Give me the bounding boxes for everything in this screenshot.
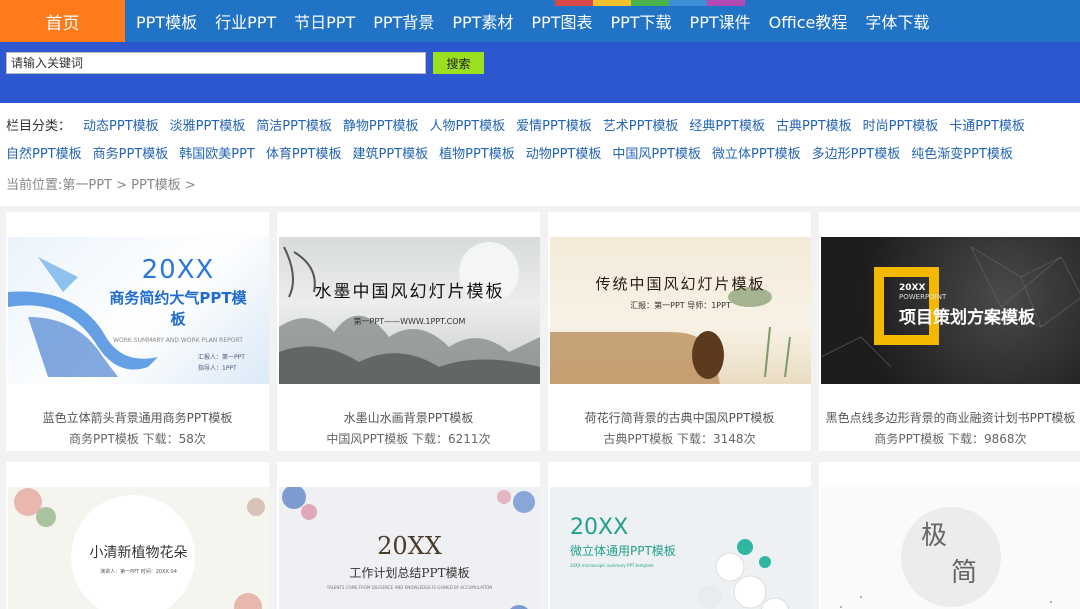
category-link[interactable]: 动态PPT模板 xyxy=(83,113,159,141)
thumb-char-1: 极 xyxy=(921,521,948,551)
category-link[interactable]: 爱情PPT模板 xyxy=(516,113,592,141)
category-link[interactable]: 经典PPT模板 xyxy=(689,113,765,141)
template-card[interactable]: 极 简 xyxy=(819,462,1080,609)
nav-decoration xyxy=(555,0,745,6)
category-link[interactable]: 时尚PPT模板 xyxy=(863,113,939,141)
category-link[interactable]: 多边形PPT模板 xyxy=(812,141,901,169)
category-label: 栏目分类： xyxy=(6,119,72,134)
nav-item-courseware[interactable]: PPT课件 xyxy=(681,9,760,33)
nav-home[interactable]: 首页 xyxy=(0,0,125,42)
top-nav: 首页 PPT模板 行业PPT 节日PPT PPT背景 PPT素材 PPT图表 P… xyxy=(0,0,1080,42)
template-title[interactable]: 蓝色立体箭头背景通用商务PPT模板 xyxy=(6,409,269,426)
template-card[interactable]: 水墨中国风幻灯片模板 第一PPT——WWW.1PPT.COM 水墨山水画背景PP… xyxy=(277,212,540,451)
thumb-guide: 指导人：1PPT xyxy=(198,365,237,372)
nav-item-charts[interactable]: PPT图表 xyxy=(522,9,601,33)
nav-menu: PPT模板 行业PPT 节日PPT PPT背景 PPT素材 PPT图表 PPT下… xyxy=(125,0,938,42)
template-meta: 中国风PPT模板 下载：6211次 xyxy=(326,432,491,446)
template-card[interactable]: 小清新植物花朵 演讲人：第一PPT 时间：20XX.04 xyxy=(6,462,269,609)
template-card[interactable]: 20XX 商务简约大气PPT模板 WORK SUMMARY AND WORK P… xyxy=(6,212,269,451)
category-link[interactable]: 简洁PPT模板 xyxy=(256,113,332,141)
category-link[interactable]: 卡通PPT模板 xyxy=(949,113,1025,141)
search-input[interactable] xyxy=(6,52,426,74)
thumb-year: 20XX xyxy=(899,283,926,293)
search-band: 搜索 xyxy=(0,42,1080,103)
template-thumbnail[interactable]: 传统中国风幻灯片模板 汇报：第一PPT 导师：1PPT xyxy=(550,237,811,384)
category-link[interactable]: 自然PPT模板 xyxy=(6,141,82,169)
template-thumbnail[interactable]: 20XX POWERPOINT 项目策划方案模板 xyxy=(821,237,1080,384)
nav-item-ppt-templates[interactable]: PPT模板 xyxy=(125,9,206,33)
thumb-title: 传统中国风幻灯片模板 xyxy=(595,275,766,293)
category-link[interactable]: 中国风PPT模板 xyxy=(612,141,701,169)
nav-item-fonts[interactable]: 字体下载 xyxy=(856,9,938,33)
template-thumbnail[interactable]: 20XX 商务简约大气PPT模板 WORK SUMMARY AND WORK P… xyxy=(8,237,269,384)
template-thumbnail[interactable]: 极 简 xyxy=(821,487,1080,609)
template-thumbnail[interactable]: 水墨中国风幻灯片模板 第一PPT——WWW.1PPT.COM xyxy=(279,237,540,384)
category-link[interactable]: 静物PPT模板 xyxy=(343,113,419,141)
template-thumbnail[interactable]: 20XX 微立体通用PPT模板 20XX microscopic summary… xyxy=(550,487,811,609)
template-title[interactable]: 水墨山水画背景PPT模板 xyxy=(277,409,540,426)
thumb-title: 工作计划总结PPT模板 xyxy=(349,566,470,580)
category-row-1: 栏目分类： 动态PPT模板 淡雅PPT模板 简洁PPT模板 静物PPT模板 人物… xyxy=(6,113,1074,141)
template-thumbnail[interactable]: 小清新植物花朵 演讲人：第一PPT 时间：20XX.04 xyxy=(8,487,269,609)
thumb-char-2: 简 xyxy=(951,558,978,588)
thumb-subtitle: WORK SUMMARY AND WORK PLAN REPORT xyxy=(113,337,243,344)
thumb-reporter: 汇报人：第一PPT xyxy=(198,354,245,361)
category-row-2: 自然PPT模板 商务PPT模板 韩国欧美PPT 体育PPT模板 建筑PPT模板 … xyxy=(6,141,1074,169)
category-link[interactable]: 古典PPT模板 xyxy=(776,113,852,141)
nav-item-download[interactable]: PPT下载 xyxy=(601,9,680,33)
thumb-subtitle: TALENTS COME FROM DILIGENCE AND KNOWLEDG… xyxy=(326,585,493,590)
template-title[interactable]: 黑色点线多边形背景的商业融资计划书PPT模板 xyxy=(819,409,1080,426)
category-panel: 栏目分类： 动态PPT模板 淡雅PPT模板 简洁PPT模板 静物PPT模板 人物… xyxy=(0,103,1080,206)
template-card[interactable]: 20XX 微立体通用PPT模板 20XX microscopic summary… xyxy=(548,462,811,609)
template-title[interactable]: 荷花行简背景的古典中国风PPT模板 xyxy=(548,409,811,426)
nav-item-backgrounds[interactable]: PPT背景 xyxy=(364,9,443,33)
nav-item-office-tutorial[interactable]: Office教程 xyxy=(760,9,857,33)
template-thumbnail[interactable]: 20XX 工作计划总结PPT模板 TALENTS COME FROM DILIG… xyxy=(279,487,540,609)
template-card[interactable]: 传统中国风幻灯片模板 汇报：第一PPT 导师：1PPT 荷花行简背景的古典中国风… xyxy=(548,212,811,451)
category-link[interactable]: 艺术PPT模板 xyxy=(603,113,679,141)
category-link[interactable]: 人物PPT模板 xyxy=(430,113,506,141)
thumb-label: POWERPOINT xyxy=(899,293,947,301)
category-link[interactable]: 体育PPT模板 xyxy=(266,141,342,169)
thumb-title: 项目策划方案模板 xyxy=(899,308,1035,328)
thumb-subtitle: 20XX microscopic summary PPT template xyxy=(570,563,654,568)
template-meta: 商务PPT模板 下载：58次 xyxy=(69,432,206,446)
thumb-title: 微立体通用PPT模板 xyxy=(570,544,676,558)
thumb-title: 水墨中国风幻灯片模板 xyxy=(314,282,505,302)
template-card[interactable]: 20XX 工作计划总结PPT模板 TALENTS COME FROM DILIG… xyxy=(277,462,540,609)
category-link[interactable]: 淡雅PPT模板 xyxy=(170,113,246,141)
nav-item-materials[interactable]: PPT素材 xyxy=(443,9,522,33)
thumb-subtitle: 演讲人：第一PPT 时间：20XX.04 xyxy=(100,569,177,575)
template-card[interactable]: 20XX POWERPOINT 项目策划方案模板 黑色点线多边形背景的商业融资计… xyxy=(819,212,1080,451)
category-link[interactable]: 微立体PPT模板 xyxy=(712,141,801,169)
search-button[interactable]: 搜索 xyxy=(433,52,484,74)
thumb-title: 商务简约大气PPT模板 xyxy=(109,289,247,328)
category-link[interactable]: 商务PPT模板 xyxy=(93,141,169,169)
thumb-subtitle: 汇报：第一PPT 导师：1PPT xyxy=(630,301,731,310)
template-meta: 古典PPT模板 下载：3148次 xyxy=(603,432,756,446)
category-link[interactable]: 建筑PPT模板 xyxy=(353,141,429,169)
category-link[interactable]: 纯色渐变PPT模板 xyxy=(911,141,1013,169)
nav-item-holiday[interactable]: 节日PPT xyxy=(285,9,364,33)
thumb-year: 20XX xyxy=(141,255,215,285)
thumb-year: 20XX xyxy=(570,515,629,540)
thumb-subtitle: 第一PPT——WWW.1PPT.COM xyxy=(353,317,466,326)
category-link[interactable]: 韩国欧美PPT xyxy=(179,141,255,169)
category-link[interactable]: 动物PPT模板 xyxy=(526,141,602,169)
template-meta: 商务PPT模板 下载：9868次 xyxy=(874,432,1027,446)
thumb-title: 小清新植物花朵 xyxy=(89,545,188,561)
breadcrumb: 当前位置:第一PPT > PPT模板 > xyxy=(6,178,196,193)
nav-item-industry[interactable]: 行业PPT xyxy=(206,9,285,33)
thumb-year: 20XX xyxy=(377,532,442,560)
category-link[interactable]: 植物PPT模板 xyxy=(439,141,515,169)
